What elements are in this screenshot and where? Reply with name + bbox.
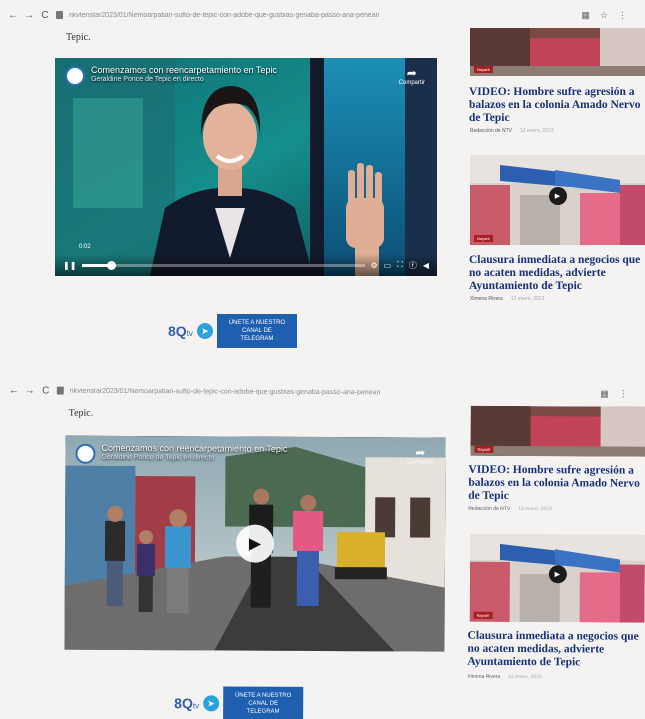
fullscreen-icon[interactable]: ⛶ — [397, 260, 403, 270]
forward-icon[interactable]: → — [24, 10, 34, 21]
url-field[interactable]: nkvtenstar2023/01/Nemoarpatian-sufto-de-… — [69, 12, 449, 19]
author-name[interactable]: Ximena Rivera — [467, 674, 500, 680]
play-icon[interactable]: ▶ — [548, 186, 567, 205]
news-thumbnail[interactable]: Nayarit — [470, 28, 645, 76]
facebook-icon[interactable]: ⓕ — [409, 260, 417, 271]
video-subtitle: Geraldine Ponce de Tepic en directo — [101, 453, 215, 462]
news-thumbnail[interactable]: Nayarit — [470, 405, 645, 457]
brand-logo: 8Qtv — [168, 323, 193, 339]
browser-address-bar: ← → C nkvtenstar2023/01/Nemoarpatian-suf… — [0, 6, 645, 24]
grid-icon[interactable]: ▦ — [581, 10, 590, 21]
play-icon[interactable]: ▶ — [235, 524, 275, 563]
video-title[interactable]: Comenzamos con reencarpetamiento en Tepi… — [101, 443, 287, 454]
forward-icon[interactable]: → — [25, 385, 35, 396]
share-button[interactable]: ➦ Compartir — [399, 66, 425, 86]
video-subtitle: Geraldine Ponce de Tepic en directo — [91, 76, 204, 83]
video-title[interactable]: Comenzamos con reencarpetamiento en Tepi… — [91, 65, 277, 75]
share-icon: ➦ — [406, 66, 417, 80]
news-byline: Redacción de NTV 12 enero, 2023 — [468, 506, 552, 512]
telegram-icon: ➤ — [196, 323, 213, 339]
join-telegram-button[interactable]: ÚNETE A NUESTRO CANAL DE TELEGRAM — [216, 314, 297, 348]
share-label: Compartir — [398, 80, 425, 86]
lock-icon — [56, 386, 64, 395]
telegram-cta[interactable]: 8Qtv ➤ ÚNETE A NUESTRO CANAL DE TELEGRAM — [174, 686, 304, 719]
category-tag[interactable]: Nayarit — [473, 611, 493, 619]
video-progress-knob[interactable] — [106, 260, 116, 270]
video-frame-woman-speaking — [55, 58, 437, 276]
share-label: Compartir — [407, 459, 434, 466]
news-byline: Ximena Rivera 12 enero, 2023 — [467, 674, 541, 680]
article-text-fragment: Tepic. — [66, 32, 91, 43]
video-timecode: 0:02 — [79, 244, 91, 250]
news-thumbnail[interactable]: Nayarit ▶ — [470, 155, 645, 245]
settings-icon[interactable]: ⚙ — [371, 261, 378, 270]
video-player[interactable]: Comenzamos con reencarpetamiento en Tepi… — [55, 58, 437, 276]
screenshot-top: ← → C nkvtenstar2023/01/Nemoarpatian-suf… — [0, 0, 645, 360]
grid-icon[interactable]: ▦ — [600, 388, 609, 399]
article-text-fragment: Tepic. — [68, 407, 94, 419]
news-byline: Ximena Rivera 12 enero, 2023 — [470, 296, 544, 302]
street-scene-image — [470, 28, 645, 76]
channel-avatar[interactable] — [65, 66, 85, 86]
video-progress-bar[interactable] — [82, 260, 365, 270]
category-tag[interactable]: Nayarit — [474, 235, 493, 242]
telegram-cta[interactable]: 8Qtv ➤ ÚNETE A NUESTRO CANAL DE TELEGRAM — [168, 314, 297, 348]
publish-date: 12 enero, 2023 — [508, 673, 542, 681]
browser-address-bar: ← → C nkvtenstar2023/01/Nemoarpatian-suf… — [1, 381, 645, 402]
telegram-icon: ➤ — [203, 695, 220, 712]
news-headline[interactable]: Clausura inmediata a negocios que no aca… — [467, 630, 644, 670]
channel-avatar[interactable] — [75, 443, 96, 464]
back-icon[interactable]: ← — [9, 385, 19, 396]
video-controls: ❚❚ ⚙ ▭ ⛶ ⓕ ◀ — [55, 254, 437, 276]
captions-icon[interactable]: ▭ — [384, 261, 392, 270]
lock-icon — [56, 11, 63, 19]
reload-icon[interactable]: C — [41, 385, 51, 396]
join-telegram-button[interactable]: ÚNETE A NUESTRO CANAL DE TELEGRAM — [223, 686, 304, 719]
category-tag[interactable]: Nayarit — [474, 445, 494, 453]
news-byline: Redacción de NTV 12 enero, 2023 — [470, 128, 554, 134]
reload-icon[interactable]: C — [40, 10, 50, 21]
menu-icon[interactable]: ⋮ — [618, 10, 627, 21]
category-tag[interactable]: Nayarit — [474, 66, 493, 73]
news-headline[interactable]: VIDEO: Hombre sufre agresión a balazos e… — [469, 86, 645, 125]
publish-date: 12 enero, 2023 — [518, 506, 552, 513]
author-name[interactable]: Redacción de NTV — [470, 128, 512, 134]
screenshot-bottom: ← → C nkvtenstar2023/01/Nemoarpatian-suf… — [0, 373, 645, 719]
street-scene-image — [470, 405, 645, 457]
author-name[interactable]: Ximena Rivera — [470, 296, 503, 302]
news-thumbnail[interactable]: Nayarit ▶ — [469, 533, 645, 623]
volume-icon[interactable]: ◀ — [423, 261, 429, 270]
publish-date: 12 enero, 2023 — [519, 128, 554, 134]
video-player[interactable]: Comenzamos con reencarpetamiento en Tepi… — [64, 435, 446, 652]
news-headline[interactable]: VIDEO: Hombre sufre agresión a balazos e… — [468, 464, 645, 504]
menu-icon[interactable]: ⋮ — [619, 388, 628, 399]
pause-icon[interactable]: ❚❚ — [63, 261, 76, 270]
back-icon[interactable]: ← — [8, 10, 18, 21]
news-headline[interactable]: Clausura inmediata a negocios que no aca… — [469, 254, 645, 293]
star-icon[interactable]: ☆ — [600, 10, 608, 21]
play-icon[interactable]: ▶ — [548, 564, 567, 583]
share-button[interactable]: ➦ Compartir — [407, 445, 433, 465]
author-name[interactable]: Redacción de NTV — [468, 506, 510, 512]
url-field[interactable]: nkvtenstar2023/01/Nemoarpatian-sufto-de-… — [70, 387, 450, 396]
brand-logo: 8Qtv — [174, 695, 200, 712]
publish-date: 12 enero, 2023 — [510, 296, 545, 302]
share-icon: ➦ — [415, 445, 426, 460]
